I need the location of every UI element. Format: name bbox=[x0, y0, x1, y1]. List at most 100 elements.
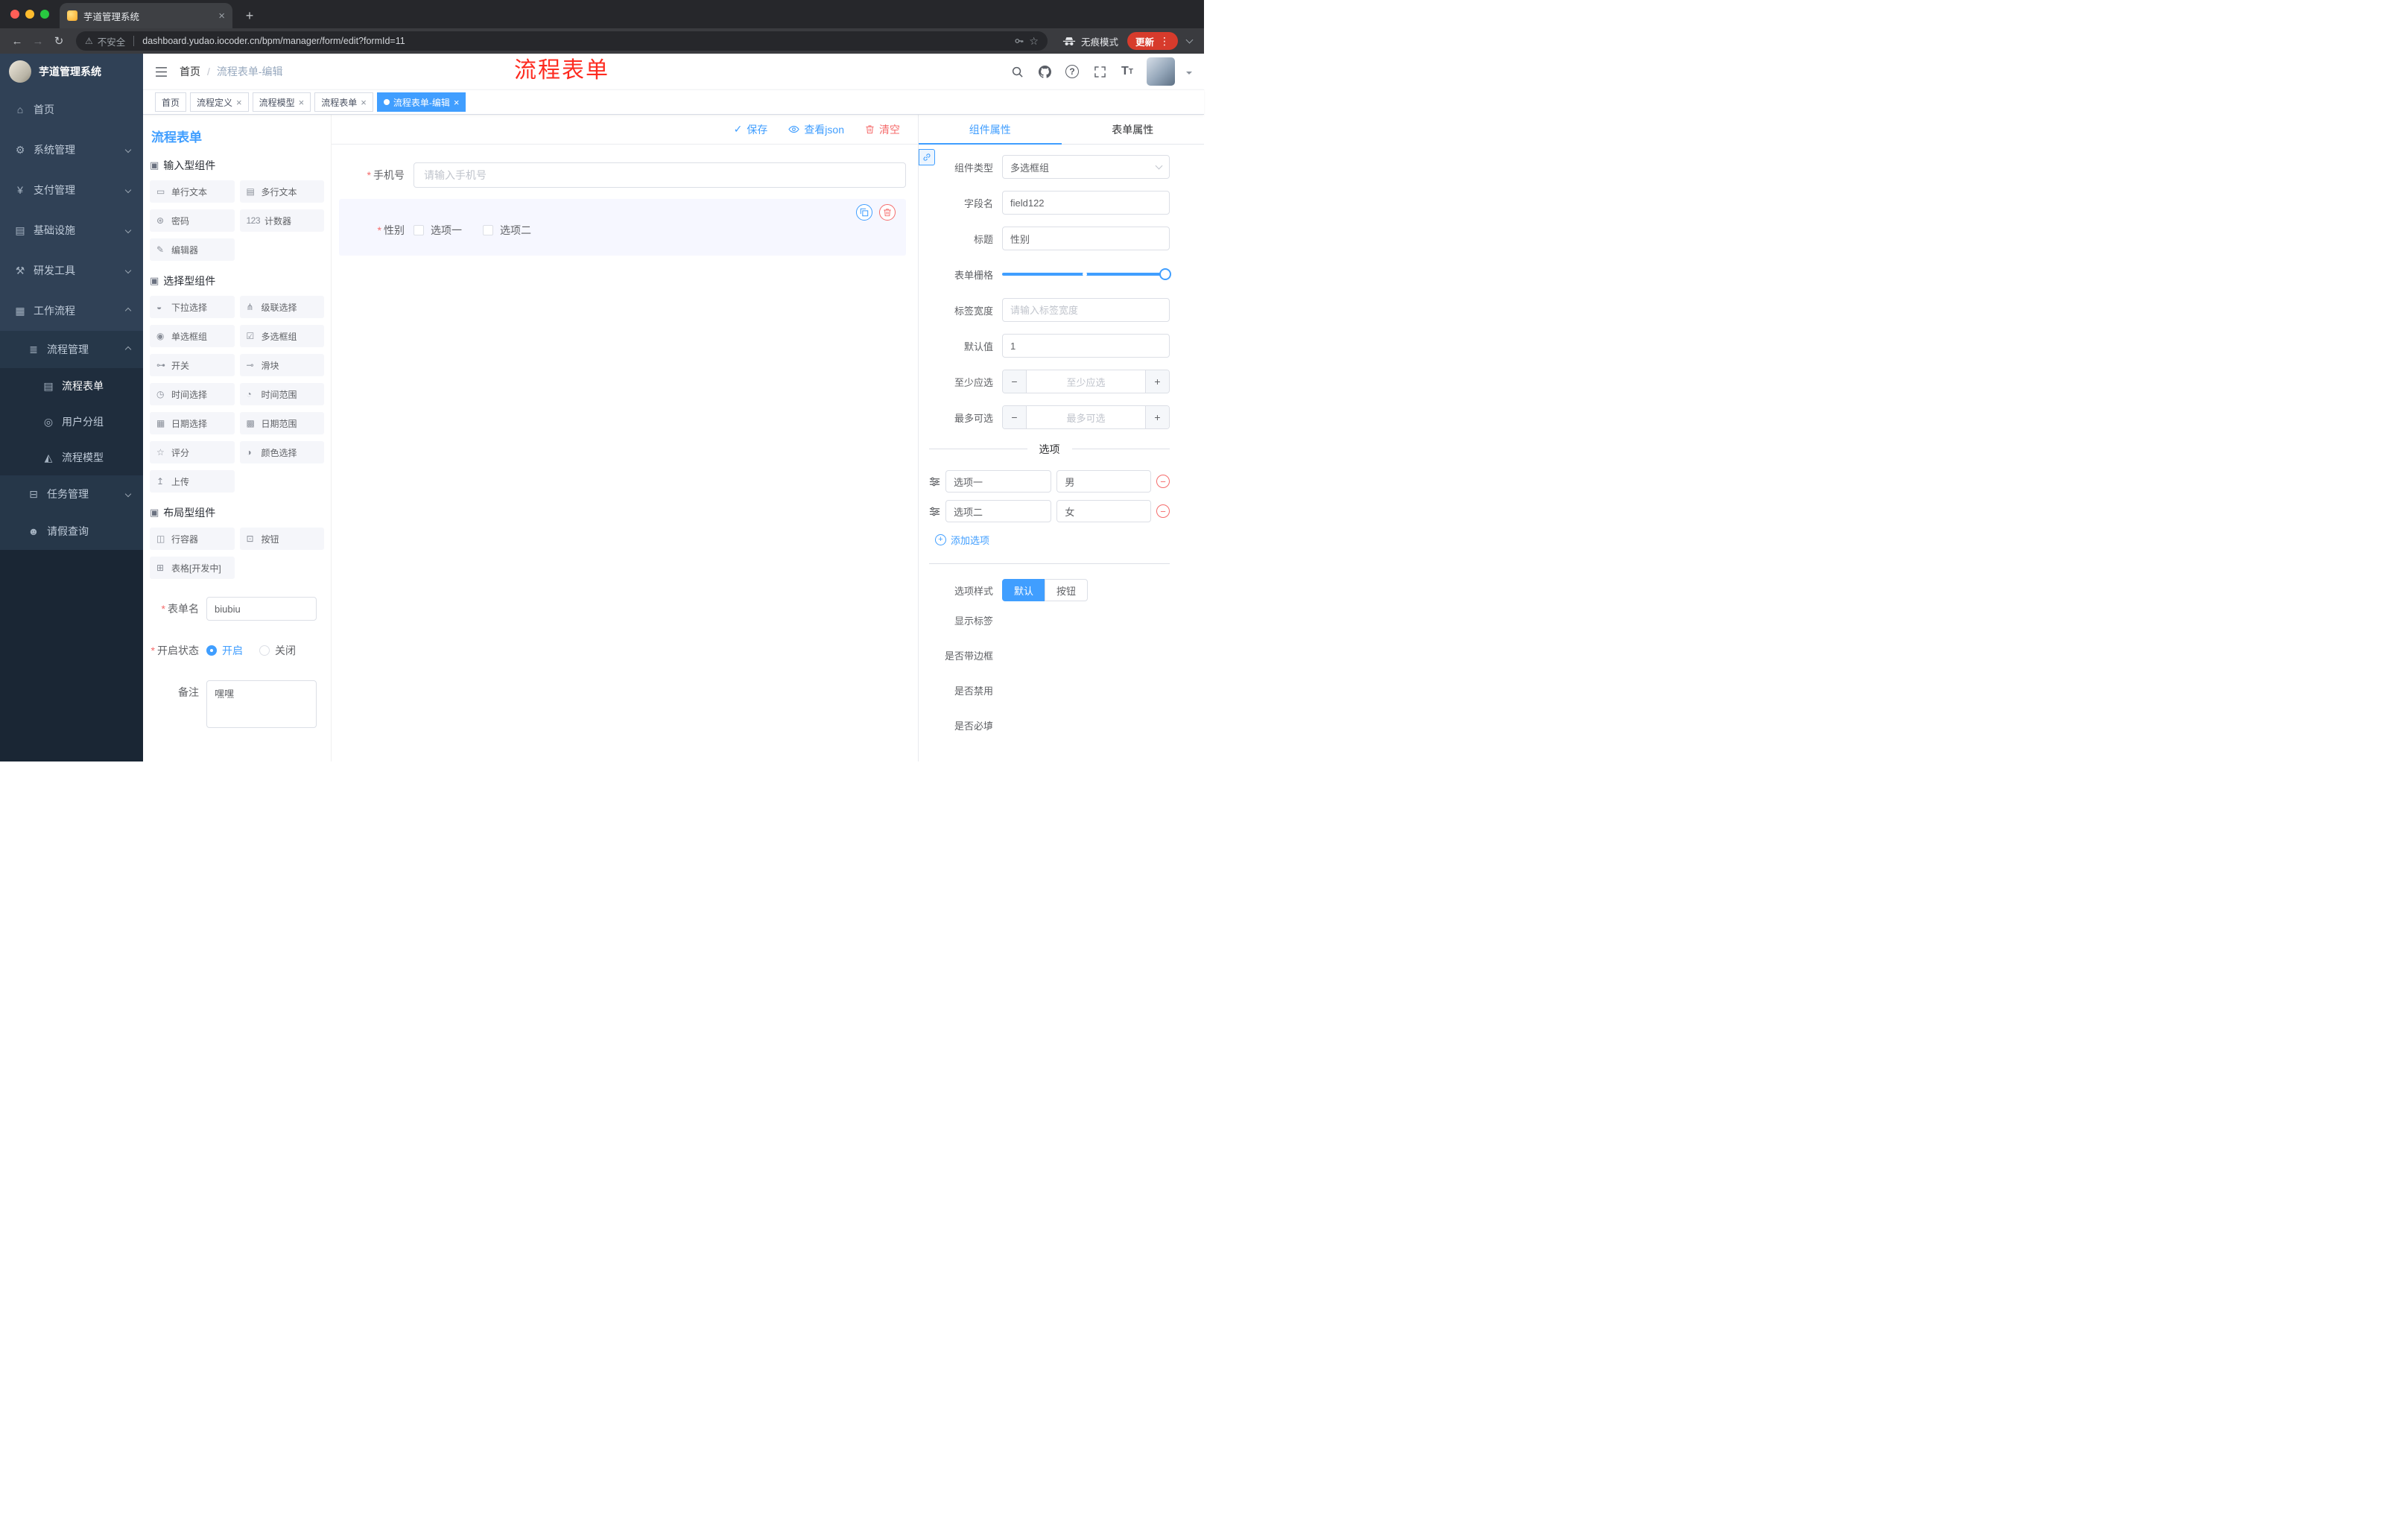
sidebar-item-payment[interactable]: ¥ 支付管理 bbox=[0, 170, 143, 210]
slider-handle[interactable] bbox=[1159, 268, 1171, 280]
bookmark-star-icon[interactable] bbox=[1029, 35, 1039, 48]
palette-item-upload[interactable]: ↥ 上传 bbox=[150, 470, 235, 493]
field-name-input[interactable] bbox=[1002, 191, 1170, 215]
copy-component-button[interactable] bbox=[856, 204, 872, 221]
tag-process-definition[interactable]: 流程定义 bbox=[190, 92, 249, 112]
close-window-button[interactable] bbox=[10, 10, 19, 19]
clear-button[interactable]: 清空 bbox=[865, 122, 900, 137]
tag-close-icon[interactable] bbox=[361, 98, 367, 107]
sidebar-item-process-management[interactable]: ≣ 流程管理 bbox=[0, 331, 143, 368]
option-label-input[interactable] bbox=[945, 500, 1052, 522]
status-radio-on[interactable]: 开启 bbox=[206, 643, 243, 658]
palette-item-row-container[interactable]: ◫ 行容器 bbox=[150, 528, 235, 550]
reload-button[interactable]: ↻ bbox=[49, 31, 69, 51]
tag-process-model[interactable]: 流程模型 bbox=[252, 92, 311, 112]
palette-item-date-picker[interactable]: ▦ 日期选择 bbox=[150, 412, 235, 434]
sidebar-item-process-model[interactable]: ◭ 流程模型 bbox=[0, 440, 143, 475]
option-label-input[interactable] bbox=[945, 470, 1052, 493]
tag-close-icon[interactable] bbox=[454, 98, 460, 107]
sidebar-item-home[interactable]: ⌂ 首页 bbox=[0, 89, 143, 130]
phone-field[interactable]: 手机号 bbox=[339, 162, 906, 188]
tag-home[interactable]: 首页 bbox=[155, 92, 187, 112]
palette-item-multi-line-text[interactable]: ▤ 多行文本 bbox=[239, 180, 324, 203]
password-key-icon[interactable] bbox=[1014, 36, 1024, 46]
palette-item-checkbox-group[interactable]: ☑ 多选框组 bbox=[239, 325, 324, 347]
palette-item-table[interactable]: ⊞ 表格[开发中] bbox=[150, 557, 235, 579]
help-icon[interactable] bbox=[1064, 63, 1080, 80]
add-option-button[interactable]: 添加选项 bbox=[935, 533, 1170, 547]
min-select-value[interactable]: 至少应选 bbox=[1027, 370, 1145, 393]
form-canvas[interactable]: 手机号 bbox=[332, 145, 918, 762]
delete-component-button[interactable] bbox=[879, 204, 896, 221]
palette-item-color-picker[interactable]: ◑ 颜色选择 bbox=[239, 441, 324, 463]
tab-close-icon[interactable] bbox=[218, 10, 225, 22]
palette-item-cascader[interactable]: ⋔ 级联选择 bbox=[239, 296, 324, 318]
sidebar-item-user-group[interactable]: ◎ 用户分组 bbox=[0, 404, 143, 440]
palette-item-counter[interactable]: 123 计数器 bbox=[239, 209, 324, 232]
selected-component[interactable]: 性别 选项一 选项二 bbox=[339, 199, 906, 256]
new-tab-button[interactable] bbox=[240, 6, 259, 25]
default-value-input[interactable] bbox=[1002, 334, 1170, 358]
option-value-input[interactable] bbox=[1056, 470, 1151, 493]
collapse-menu-icon[interactable] bbox=[155, 66, 168, 77]
fullscreen-icon[interactable] bbox=[1091, 63, 1108, 80]
increase-button[interactable]: + bbox=[1145, 406, 1169, 428]
max-select-value[interactable]: 最多可选 bbox=[1027, 406, 1145, 428]
option-style-button-button[interactable]: 按钮 bbox=[1045, 579, 1089, 601]
avatar[interactable] bbox=[1147, 57, 1175, 86]
toolbar-chevron-icon[interactable] bbox=[1185, 36, 1194, 43]
gender-field[interactable]: 性别 选项一 选项二 bbox=[339, 223, 894, 238]
decrease-button[interactable]: − bbox=[1003, 370, 1027, 393]
minimize-window-button[interactable] bbox=[25, 10, 34, 19]
github-icon[interactable] bbox=[1036, 63, 1053, 80]
phone-input[interactable] bbox=[414, 162, 906, 188]
palette-item-editor[interactable]: ✎ 编辑器 bbox=[150, 238, 235, 261]
update-button[interactable]: 更新 bbox=[1127, 32, 1178, 50]
option-drag-icon[interactable] bbox=[929, 476, 940, 487]
view-json-button[interactable]: 查看json bbox=[788, 122, 844, 137]
tag-process-form-edit[interactable]: 流程表单-编辑 bbox=[376, 92, 466, 112]
palette-item-radio-group[interactable]: ◉ 单选框组 bbox=[150, 325, 235, 347]
form-name-input[interactable] bbox=[206, 597, 317, 621]
status-radio-off[interactable]: 关闭 bbox=[259, 643, 296, 658]
option-drag-icon[interactable] bbox=[929, 506, 940, 517]
tab-component-props[interactable]: 组件属性 bbox=[919, 115, 1062, 145]
remove-option-button[interactable] bbox=[1156, 475, 1170, 488]
sidebar-item-workflow[interactable]: ▦ 工作流程 bbox=[0, 291, 143, 331]
search-icon[interactable] bbox=[1009, 63, 1025, 80]
checkbox-option-1[interactable]: 选项一 bbox=[414, 223, 462, 238]
palette-item-time-range[interactable]: ◔ 时间范围 bbox=[239, 383, 324, 405]
font-size-icon[interactable] bbox=[1119, 63, 1135, 80]
form-grid-slider[interactable] bbox=[1002, 262, 1171, 286]
decrease-button[interactable]: − bbox=[1003, 406, 1027, 428]
sidebar-item-leave-query[interactable]: ☻ 请假查询 bbox=[0, 513, 143, 550]
increase-button[interactable]: + bbox=[1145, 370, 1169, 393]
component-type-select[interactable]: 多选框组 bbox=[1002, 155, 1170, 179]
title-input[interactable] bbox=[1002, 227, 1170, 250]
tag-process-form[interactable]: 流程表单 bbox=[314, 92, 373, 112]
tab-form-props[interactable]: 表单属性 bbox=[1062, 115, 1205, 144]
url-bar[interactable]: ⚠ 不安全 dashboard.yudao.iocoder.cn/bpm/man… bbox=[76, 31, 1048, 51]
tag-close-icon[interactable] bbox=[299, 98, 305, 107]
sidebar-item-task-management[interactable]: ⊟ 任务管理 bbox=[0, 475, 143, 513]
checkbox-option-2[interactable]: 选项二 bbox=[483, 223, 531, 238]
label-width-input[interactable] bbox=[1002, 298, 1170, 322]
sidebar-item-system[interactable]: ⚙ 系统管理 bbox=[0, 130, 143, 170]
form-remark-input[interactable]: 嘿嘿 bbox=[206, 680, 317, 728]
palette-item-dropdown[interactable]: ◒ 下拉选择 bbox=[150, 296, 235, 318]
tag-close-icon[interactable] bbox=[236, 98, 242, 107]
remove-option-button[interactable] bbox=[1156, 504, 1170, 518]
sidebar-item-infrastructure[interactable]: ▤ 基础设施 bbox=[0, 210, 143, 250]
palette-item-date-range[interactable]: ▩ 日期范围 bbox=[239, 412, 324, 434]
save-button[interactable]: 保存 bbox=[734, 122, 767, 137]
palette-item-single-line-text[interactable]: ▭ 单行文本 bbox=[150, 180, 235, 203]
palette-item-switch[interactable]: ⊶ 开关 bbox=[150, 354, 235, 376]
browser-tab[interactable]: 芋道管理系统 bbox=[60, 3, 232, 28]
palette-item-button[interactable]: ⊡ 按钮 bbox=[239, 528, 324, 550]
palette-item-time-picker[interactable]: ◷ 时间选择 bbox=[150, 383, 235, 405]
sidebar-item-process-form[interactable]: ▤ 流程表单 bbox=[0, 368, 143, 404]
palette-item-password[interactable]: ⊛ 密码 bbox=[150, 209, 235, 232]
palette-item-slider[interactable]: ⊸ 滑块 bbox=[239, 354, 324, 376]
zoom-window-button[interactable] bbox=[40, 10, 49, 19]
breadcrumb-home[interactable]: 首页 bbox=[180, 64, 200, 79]
